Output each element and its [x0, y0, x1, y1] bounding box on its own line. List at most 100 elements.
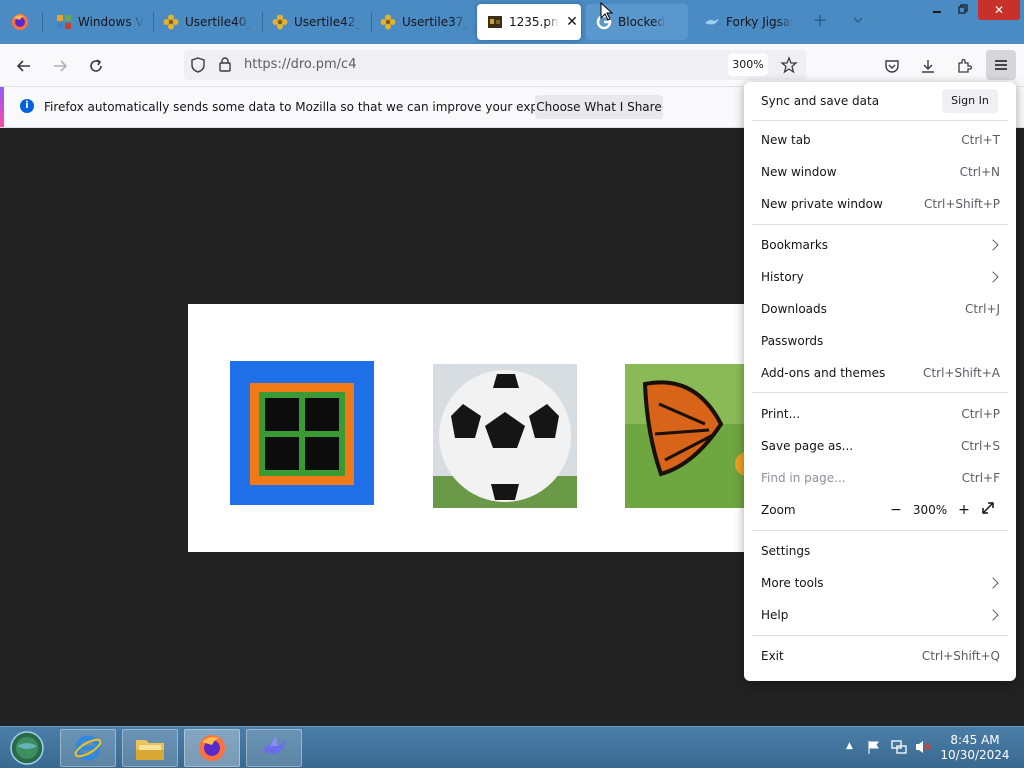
close-window-button[interactable]: ✕	[978, 0, 1020, 20]
menu-item-shortcut: Ctrl+P	[961, 407, 1000, 421]
menu-item-exit[interactable]: Exit Ctrl+Shift+Q	[744, 641, 1016, 671]
back-arrow-icon	[16, 60, 30, 72]
tab-title: Blocked	[618, 15, 666, 29]
tab-windows[interactable]: Windows V	[46, 4, 152, 40]
system-clock[interactable]: 8:45 AM 10/30/2024	[940, 733, 1010, 763]
menu-item-shortcut: Ctrl+T	[961, 133, 1000, 147]
bookmark-star-icon[interactable]	[780, 56, 798, 74]
menu-item-label: Zoom	[761, 503, 796, 517]
taskbar-file-explorer[interactable]	[122, 729, 178, 767]
displayed-image	[188, 304, 788, 552]
menu-item-label: Print...	[761, 407, 801, 421]
chevron-right-icon	[987, 239, 999, 251]
zoom-reset-button[interactable]: 300%	[908, 503, 952, 517]
back-button[interactable]	[10, 52, 38, 80]
tab-strip: Windows V Usertile40_ Usertile42_ Userti…	[0, 0, 1024, 44]
tracking-protection-shield-icon[interactable]	[190, 57, 206, 73]
menu-item-new-private-window[interactable]: New private window Ctrl+Shift+P	[744, 189, 1016, 219]
menu-item-save-page-as[interactable]: Save page as... Ctrl+S	[744, 431, 1016, 461]
clock-date: 10/30/2024	[940, 748, 1010, 762]
menu-item-label: New window	[761, 165, 837, 179]
new-tab-button[interactable]: +	[808, 10, 832, 34]
taskbar-app[interactable]	[246, 729, 302, 767]
downloads-icon[interactable]	[916, 54, 940, 78]
tab-title: 1235.png	[509, 15, 559, 29]
choose-what-i-share-button[interactable]: Choose What I Share	[535, 95, 663, 119]
tab-1235-png[interactable]: 1235.png ✕	[477, 4, 581, 40]
zoom-indicator[interactable]: 300%	[728, 54, 768, 76]
menu-item-passwords[interactable]: Passwords	[744, 326, 1016, 356]
pocket-icon[interactable]	[880, 54, 904, 78]
fullscreen-button[interactable]	[976, 499, 1000, 521]
tab-title: Usertile42_	[294, 15, 362, 29]
menu-item-bookmarks[interactable]: Bookmarks	[744, 230, 1016, 260]
zoom-in-button[interactable]: +	[952, 499, 976, 521]
menu-item-label: New private window	[761, 197, 883, 211]
tab-title: Windows V	[78, 15, 144, 29]
menu-item-label: Passwords	[761, 334, 824, 348]
menu-separator	[752, 530, 1008, 531]
hamburger-menu-icon	[995, 60, 1007, 70]
taskbar-firefox[interactable]	[184, 729, 240, 767]
volume-muted-icon[interactable]	[914, 739, 932, 755]
tab-usertile37[interactable]: Usertile37_	[370, 4, 472, 40]
menu-item-label: Help	[761, 608, 789, 622]
info-icon: i	[20, 99, 34, 113]
menu-item-new-window[interactable]: New window Ctrl+N	[744, 157, 1016, 187]
taskbar: ▲ 8:45 AM 10/30/2024	[0, 726, 1024, 768]
tab-title: Usertile40_	[185, 15, 253, 29]
menu-item-label: Exit	[761, 649, 784, 663]
tab-separator	[42, 12, 43, 32]
menu-item-shortcut: Ctrl+Shift+P	[924, 197, 1000, 211]
reload-button[interactable]	[82, 52, 110, 80]
firefox-icon	[199, 735, 225, 761]
menu-item-label: Settings	[761, 544, 811, 558]
tab-forky-jigsaw[interactable]: Forky Jigsaw	[694, 4, 794, 40]
chevron-right-icon	[987, 609, 999, 621]
taskbar-internet-explorer[interactable]	[60, 729, 116, 767]
menu-item-label: Save page as...	[761, 439, 854, 453]
tab-usertile42[interactable]: Usertile42_	[262, 4, 370, 40]
windows-app-icon	[56, 14, 72, 30]
lock-icon[interactable]	[218, 56, 232, 72]
menu-item-history[interactable]: History	[744, 262, 1016, 292]
menu-item-label: History	[761, 270, 804, 284]
zoom-out-button[interactable]: −	[884, 499, 908, 521]
chevron-right-icon	[987, 271, 999, 283]
menu-separator	[752, 635, 1008, 636]
minimize-button[interactable]	[924, 0, 950, 20]
app-menu-button[interactable]	[986, 50, 1016, 80]
close-tab-icon[interactable]: ✕	[565, 14, 579, 30]
menu-item-print[interactable]: Print... Ctrl+P	[744, 399, 1016, 429]
expand-icon	[982, 502, 994, 514]
menu-item-shortcut: Ctrl+N	[959, 165, 1000, 179]
menu-item-zoom: Zoom − 300% +	[744, 495, 1016, 525]
tab-usertile40[interactable]: Usertile40_	[153, 4, 261, 40]
url-text[interactable]: https://dro.pm/c4	[244, 57, 356, 72]
action-center-flag-icon[interactable]	[866, 739, 882, 755]
menu-item-settings[interactable]: Settings	[744, 536, 1016, 566]
menu-item-new-tab[interactable]: New tab Ctrl+T	[744, 125, 1016, 155]
forward-button[interactable]	[46, 52, 74, 80]
firefox-icon[interactable]	[10, 12, 30, 32]
mouse-cursor-icon	[600, 2, 614, 21]
menu-item-find-in-page[interactable]: Find in page... Ctrl+F	[744, 463, 1016, 493]
menu-item-addons-and-themes[interactable]: Add-ons and themes Ctrl+Shift+A	[744, 358, 1016, 388]
menu-item-downloads[interactable]: Downloads Ctrl+J	[744, 294, 1016, 324]
network-icon[interactable]	[890, 739, 908, 755]
show-hidden-icons-button[interactable]: ▲	[846, 741, 853, 751]
url-bar[interactable]: https://dro.pm/c4 300%	[184, 50, 806, 80]
start-button[interactable]	[2, 729, 52, 767]
menu-item-more-tools[interactable]: More tools	[744, 568, 1016, 598]
menu-item-shortcut: Ctrl+S	[960, 439, 1000, 453]
list-all-tabs-button[interactable]	[848, 10, 868, 34]
restore-button[interactable]	[950, 0, 976, 20]
chevron-right-icon	[987, 577, 999, 589]
sign-in-button[interactable]: Sign In	[942, 89, 998, 113]
nav-bar: https://dro.pm/c4 300%	[0, 44, 1024, 86]
extensions-icon[interactable]	[952, 54, 976, 78]
menu-item-shortcut: Ctrl+Shift+Q	[921, 649, 1000, 663]
tab-title: Forky Jigsaw	[726, 15, 794, 29]
menu-item-help[interactable]: Help	[744, 600, 1016, 630]
menu-item-shortcut: Ctrl+F	[961, 471, 1000, 485]
